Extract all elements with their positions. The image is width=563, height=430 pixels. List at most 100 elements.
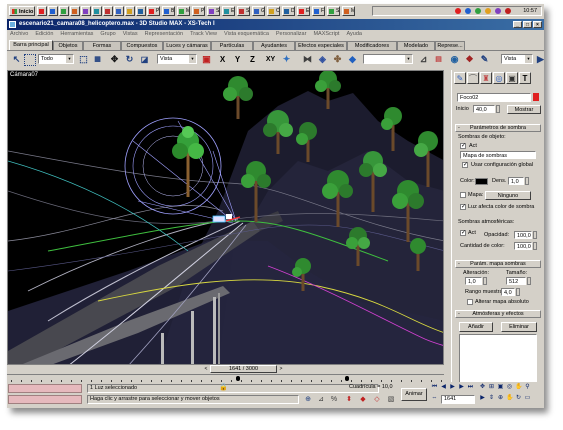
taskbar-button[interactable]: [48, 6, 58, 16]
absolute-bias-checkbox[interactable]: [467, 299, 473, 305]
effects-list[interactable]: [459, 334, 537, 388]
tab-0[interactable]: Barra principal: [9, 40, 53, 50]
rollout-shadow-map[interactable]: - Parám. mapa sombras: [455, 260, 541, 268]
menu-item[interactable]: Vista esquemática: [224, 31, 269, 37]
taskbar-button[interactable]: M...: [342, 6, 355, 16]
maxscript-input[interactable]: [8, 395, 82, 404]
next-key-icon[interactable]: ▶: [458, 384, 465, 391]
color-amount-field[interactable]: 100,0: [514, 242, 532, 250]
tab-8[interactable]: Modificadores: [347, 41, 397, 50]
axis-z-button[interactable]: Z: [246, 53, 259, 66]
menu-item[interactable]: Edición: [35, 31, 53, 37]
taskbar-button[interactable]: G...: [252, 6, 265, 16]
show-button[interactable]: Mostrar: [507, 105, 541, 114]
taskbar-button[interactable]: [70, 6, 80, 16]
select-object-icon[interactable]: ⬚: [77, 53, 90, 66]
minimize-button[interactable]: _: [513, 21, 522, 28]
shadow-type-dropdown[interactable]: Mapa de sombras: [460, 151, 536, 159]
render-icon[interactable]: ❖: [463, 53, 476, 66]
taskbar-button[interactable]: S...: [207, 6, 220, 16]
menu-item[interactable]: Ayuda: [346, 31, 362, 37]
taskbar-button[interactable]: P...: [192, 6, 205, 16]
maxscript-listener[interactable]: [8, 384, 82, 393]
axis-xy-button[interactable]: XY: [264, 53, 277, 66]
zoom-extents-icon[interactable]: ▣: [497, 384, 504, 391]
motion-tab-icon[interactable]: ◎: [493, 72, 505, 84]
size-field[interactable]: 512: [506, 277, 526, 285]
current-frame-field[interactable]: 1641: [441, 395, 475, 404]
rollout-shadow-params[interactable]: - Parámetros de sombra: [455, 124, 541, 132]
close-button[interactable]: ×: [533, 21, 542, 28]
bias-field[interactable]: 1,0: [465, 277, 482, 285]
axis-x-button[interactable]: X: [216, 53, 229, 66]
taskbar-button[interactable]: B...: [162, 6, 175, 16]
array-icon[interactable]: ✤: [331, 53, 344, 66]
taskbar-button[interactable]: [37, 6, 47, 16]
ref-coord-dropdown[interactable]: Vista: [157, 54, 197, 64]
atmos-on-checkbox[interactable]: ✓: [460, 230, 466, 236]
region-select-icon[interactable]: [24, 54, 36, 66]
start-spinner[interactable]: [496, 105, 500, 113]
play-icon[interactable]: ▶: [449, 384, 456, 391]
time-slider[interactable]: < 1641 / 3000 >: [7, 365, 444, 374]
taskbar-button[interactable]: C...: [267, 6, 280, 16]
pan-hand-icon[interactable]: ✋: [515, 384, 522, 391]
shadow-on-checkbox[interactable]: ✓: [460, 143, 466, 149]
display-tab-icon[interactable]: ▣: [506, 72, 518, 84]
light-affects-checkbox[interactable]: ✓: [460, 204, 466, 210]
taskbar-button[interactable]: [114, 6, 124, 16]
orbit-icon[interactable]: ◎: [506, 384, 513, 391]
tab-7[interactable]: Efectos especiales: [295, 41, 347, 50]
axis-y-button[interactable]: Y: [231, 53, 244, 66]
taskbar-button[interactable]: [92, 6, 102, 16]
taskbar-button[interactable]: S...: [327, 6, 340, 16]
keyframe-marker[interactable]: [345, 376, 349, 381]
align-icon[interactable]: ◈: [316, 53, 329, 66]
viewport-label[interactable]: Cámara07: [10, 72, 38, 78]
map-none-button[interactable]: Ninguno: [485, 191, 531, 200]
key-mode-icon[interactable]: ◆: [359, 396, 367, 404]
sample-range-spinner[interactable]: [516, 288, 520, 296]
tray-icon[interactable]: [455, 8, 461, 14]
zoom-icon[interactable]: ✥: [479, 384, 486, 391]
tab-5[interactable]: Partículas: [211, 41, 253, 50]
density-spinner[interactable]: [525, 177, 529, 185]
go-end-icon[interactable]: ⏭: [467, 384, 474, 391]
menu-item[interactable]: Vistas: [123, 31, 138, 37]
opacity-spinner[interactable]: [533, 231, 537, 239]
max-toggle-icon[interactable]: ▭: [524, 395, 531, 402]
start-button[interactable]: Inicio: [9, 6, 35, 16]
next-frame-arrow[interactable]: >: [277, 365, 285, 373]
map-checkbox[interactable]: [460, 192, 466, 198]
taskbar-button[interactable]: [59, 6, 69, 16]
tab-1[interactable]: Objetos: [53, 41, 83, 50]
maximize-button[interactable]: □: [523, 21, 532, 28]
opacity-field[interactable]: 100,0: [514, 231, 532, 239]
menu-item[interactable]: Grupo: [100, 31, 115, 37]
taskbar-button[interactable]: E...: [297, 6, 310, 16]
set-key-icon[interactable]: ◇: [373, 396, 381, 404]
spinner-snap-icon[interactable]: ⬍: [345, 396, 353, 404]
tray-icon[interactable]: [465, 8, 471, 14]
percent-snap-icon[interactable]: %: [330, 396, 338, 404]
time-slider-thumb[interactable]: 1641 / 3000: [210, 365, 277, 373]
size-spinner[interactable]: [527, 277, 531, 285]
key-mode-toggle-icon[interactable]: ⇔: [431, 395, 438, 402]
rotate-icon[interactable]: ↻: [123, 53, 136, 66]
roll-icon[interactable]: ↻: [515, 395, 522, 402]
color-amount-spinner[interactable]: [533, 242, 537, 250]
lock-icon[interactable]: 🔒: [219, 384, 228, 392]
rollout-atmos[interactable]: - Atmósferas y efectos: [455, 310, 541, 318]
named-sel-icon[interactable]: ◆: [346, 53, 359, 66]
taskbar-button[interactable]: D...: [282, 6, 295, 16]
tab-10[interactable]: Represe...: [435, 41, 465, 50]
ref-coord-right-dropdown[interactable]: Vista: [501, 54, 533, 64]
tray-icon[interactable]: [495, 8, 501, 14]
taskbar-button[interactable]: [103, 6, 113, 16]
prev-key-icon[interactable]: ◀: [440, 384, 447, 391]
go-start-icon[interactable]: ⏮: [431, 384, 438, 391]
add-button[interactable]: Añadir: [459, 322, 493, 332]
object-color-swatch[interactable]: [533, 93, 539, 101]
mirror-icon[interactable]: ⧓: [301, 53, 314, 66]
sample-range-field[interactable]: 4,0: [501, 288, 515, 296]
